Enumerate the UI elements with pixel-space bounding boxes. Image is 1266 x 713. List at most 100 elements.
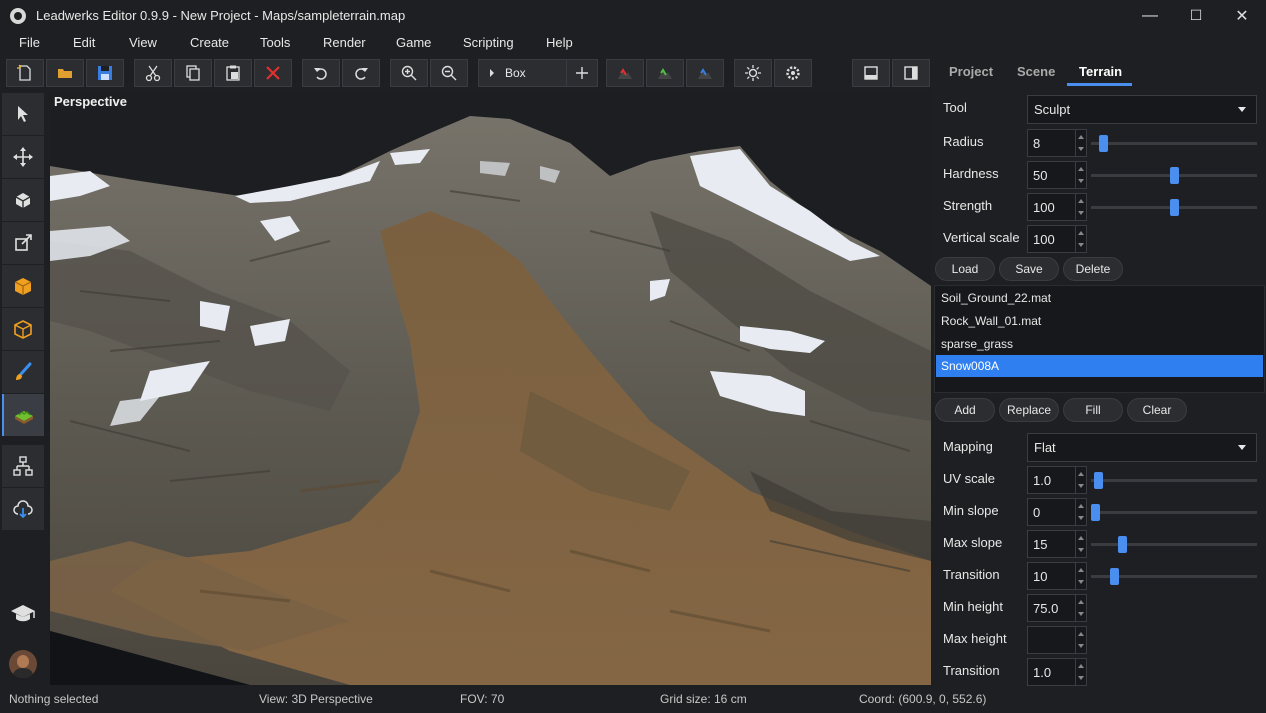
viewport-perspective[interactable]: Perspective — [50, 91, 931, 685]
redo-icon[interactable] — [342, 59, 380, 87]
terrain-icon[interactable] — [2, 394, 44, 436]
gear-icon[interactable] — [774, 59, 812, 87]
vertical-scale-input[interactable]: 100 — [1027, 225, 1087, 253]
vertex-icon[interactable] — [2, 308, 44, 350]
minimize-button[interactable]: — — [1127, 0, 1173, 31]
paint-brush-icon[interactable] — [2, 351, 44, 393]
menu-help[interactable]: Help — [546, 35, 573, 50]
new-file-icon[interactable] — [6, 59, 44, 87]
delete-icon[interactable] — [254, 59, 292, 87]
select-arrow-icon[interactable] — [2, 93, 44, 135]
list-item[interactable]: Soil_Ground_22.mat — [936, 287, 1263, 309]
copy-icon[interactable] — [174, 59, 212, 87]
menu-create[interactable]: Create — [190, 35, 229, 50]
menu-game[interactable]: Game — [396, 35, 431, 50]
transition-slider[interactable] — [1091, 568, 1257, 585]
save-icon[interactable] — [86, 59, 124, 87]
slider-thumb[interactable] — [1110, 568, 1119, 585]
user-avatar[interactable] — [9, 650, 37, 678]
max-slope-slider[interactable] — [1091, 536, 1257, 553]
list-item[interactable]: Rock_Wall_01.mat — [936, 310, 1263, 332]
undo-icon[interactable] — [302, 59, 340, 87]
open-folder-icon[interactable] — [46, 59, 84, 87]
menu-tools[interactable]: Tools — [260, 35, 290, 50]
slider-thumb[interactable] — [1099, 135, 1108, 152]
uv-scale-input[interactable]: 1.0 — [1027, 466, 1087, 494]
zoom-in-icon[interactable] — [390, 59, 428, 87]
uv-scale-spinner[interactable] — [1075, 467, 1086, 493]
menu-file[interactable]: File — [19, 35, 40, 50]
menu-view[interactable]: View — [129, 35, 157, 50]
load-button[interactable]: Load — [935, 257, 995, 281]
transition-label: Transition — [943, 567, 1000, 582]
slider-thumb[interactable] — [1094, 472, 1103, 489]
min-slope-spinner[interactable] — [1075, 499, 1086, 525]
clear-button[interactable]: Clear — [1127, 398, 1187, 422]
menu-render[interactable]: Render — [323, 35, 366, 50]
scale-icon[interactable] — [2, 222, 44, 264]
uv-scale-slider[interactable] — [1091, 472, 1257, 489]
max-height-spinner[interactable] — [1075, 627, 1086, 653]
delete-button[interactable]: Delete — [1063, 257, 1123, 281]
min-height-spinner[interactable] — [1075, 595, 1086, 621]
save-button[interactable]: Save — [999, 257, 1059, 281]
radius-spinner[interactable] — [1075, 130, 1086, 156]
tool-dropdown[interactable]: Sculpt — [1027, 95, 1257, 124]
max-slope-input[interactable]: 15 — [1027, 530, 1087, 558]
hardness-input[interactable]: 50 — [1027, 161, 1087, 189]
max-slope-spinner[interactable] — [1075, 531, 1086, 557]
strength-slider[interactable] — [1091, 199, 1257, 216]
panel-view-icon[interactable] — [892, 59, 930, 87]
terrain-blue-icon[interactable] — [686, 59, 724, 87]
zoom-out-icon[interactable] — [430, 59, 468, 87]
radius-input[interactable]: 8 — [1027, 129, 1087, 157]
hardness-spinner[interactable] — [1075, 162, 1086, 188]
sun-icon[interactable] — [734, 59, 772, 87]
hardness-slider[interactable] — [1091, 167, 1257, 184]
radius-slider[interactable] — [1091, 135, 1257, 152]
tab-project[interactable]: Project — [949, 64, 993, 79]
hierarchy-icon[interactable] — [2, 445, 44, 487]
slider-thumb[interactable] — [1091, 504, 1100, 521]
solid-cube-icon[interactable] — [2, 265, 44, 307]
min-slope-input[interactable]: 0 — [1027, 498, 1087, 526]
tab-scene[interactable]: Scene — [1017, 64, 1055, 79]
status-view: View: 3D Perspective — [259, 692, 373, 706]
add-button[interactable]: Add — [935, 398, 995, 422]
right-panel: Project Scene Terrain Tool Sculpt Radius… — [932, 55, 1266, 686]
transition-input[interactable]: 10 — [1027, 562, 1087, 590]
max-height-input[interactable] — [1027, 626, 1087, 654]
strength-spinner[interactable] — [1075, 194, 1086, 220]
object-type-dropdown[interactable]: Box — [478, 59, 568, 87]
min-slope-slider[interactable] — [1091, 504, 1257, 521]
mapping-dropdown[interactable]: Flat — [1027, 433, 1257, 462]
rotate-cube-icon[interactable] — [2, 179, 44, 221]
list-item-selected[interactable]: Snow008A — [936, 355, 1263, 377]
close-window-button[interactable]: ✕ — [1219, 0, 1265, 31]
terrain-green-icon[interactable] — [646, 59, 684, 87]
paste-icon[interactable] — [214, 59, 252, 87]
graduation-cap-icon[interactable] — [8, 599, 38, 627]
plus-icon[interactable] — [566, 59, 598, 87]
min-height-input[interactable]: 75.0 — [1027, 594, 1087, 622]
slider-thumb[interactable] — [1118, 536, 1127, 553]
fill-button[interactable]: Fill — [1063, 398, 1123, 422]
menu-edit[interactable]: Edit — [73, 35, 95, 50]
single-view-icon[interactable] — [852, 59, 890, 87]
tab-terrain[interactable]: Terrain — [1079, 64, 1122, 79]
cut-icon[interactable] — [134, 59, 172, 87]
maximize-button[interactable]: ☐ — [1173, 0, 1219, 31]
slider-thumb[interactable] — [1170, 199, 1179, 216]
height-transition-spinner[interactable] — [1075, 659, 1086, 685]
cloud-download-icon[interactable] — [2, 488, 44, 530]
height-transition-input[interactable]: 1.0 — [1027, 658, 1087, 686]
replace-button[interactable]: Replace — [999, 398, 1059, 422]
terrain-red-icon[interactable] — [606, 59, 644, 87]
menu-scripting[interactable]: Scripting — [463, 35, 514, 50]
strength-input[interactable]: 100 — [1027, 193, 1087, 221]
vertical-scale-spinner[interactable] — [1075, 226, 1086, 252]
slider-thumb[interactable] — [1170, 167, 1179, 184]
list-item[interactable]: sparse_grass — [936, 333, 1263, 355]
move-icon[interactable] — [2, 136, 44, 178]
transition-spinner[interactable] — [1075, 563, 1086, 589]
